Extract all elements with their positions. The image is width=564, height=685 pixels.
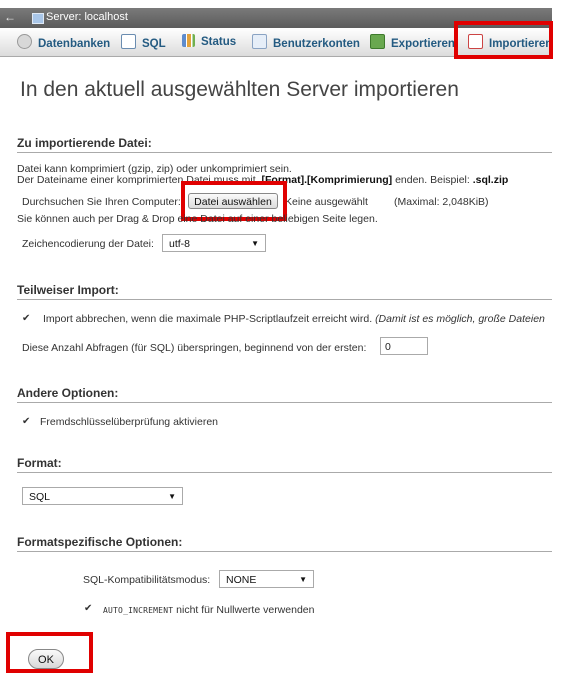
tab-label: Exportieren [391, 38, 455, 50]
back-arrow-icon[interactable]: ← [4, 10, 16, 24]
server-icon [32, 13, 44, 24]
chevron-down-icon: ▼ [299, 575, 307, 584]
format-select[interactable]: SQL ▼ [22, 487, 183, 505]
abort-import-checkbox[interactable]: ✔ [22, 314, 31, 324]
chevron-down-icon: ▼ [251, 239, 259, 248]
tab-status[interactable]: Status [182, 34, 236, 50]
tab-export[interactable]: Exportieren [370, 34, 455, 50]
server-label: Server: [46, 11, 82, 23]
export-icon [370, 34, 385, 49]
auto-increment-text: nicht für Nullwerte verwenden [173, 604, 315, 616]
format-value: SQL [29, 491, 51, 503]
charset-label: Zeichencodierung der Datei: [22, 238, 154, 250]
highlight-box-import-tab [454, 21, 553, 59]
skip-queries-input[interactable]: 0 [380, 337, 428, 355]
abort-import-hint: (Damit ist es möglich, große Dateien [375, 313, 545, 325]
section-heading-format: Format: [17, 456, 552, 473]
section-heading-format-options: Formatspezifische Optionen: [17, 535, 552, 552]
foreign-key-checkbox[interactable]: ✔ [22, 417, 31, 427]
tab-label: Benutzerkonten [273, 38, 360, 50]
section-heading-file: Zu importierende Datei: [17, 136, 552, 153]
tab-databases[interactable]: Datenbanken [17, 34, 110, 50]
tab-label: SQL [142, 38, 166, 50]
tab-label: Datenbanken [38, 38, 111, 50]
highlight-box-ok-button [6, 632, 93, 673]
tab-label: Status [201, 36, 237, 48]
section-heading-partial: Teilweiser Import: [17, 283, 552, 300]
tab-user-accounts[interactable]: Benutzerkonten [252, 34, 360, 50]
chevron-down-icon: ▼ [168, 492, 176, 501]
no-file-selected: Keine ausgewählt [285, 196, 368, 208]
filename-info-text: enden. Beispiel: [392, 174, 473, 186]
section-heading-other: Andere Optionen: [17, 386, 552, 403]
database-icon [17, 34, 32, 49]
server-breadcrumb[interactable]: Server: localhost [46, 11, 128, 23]
auto-increment-label: AUTO_INCREMENT nicht für Nullwerte verwe… [103, 604, 314, 616]
abort-import-text: Import abbrechen, wenn die maximale PHP-… [43, 313, 373, 325]
abort-import-label: Import abbrechen, wenn die maximale PHP-… [43, 313, 545, 325]
server-name: localhost [84, 11, 128, 23]
skip-queries-label: Diese Anzahl Abfragen (für SQL) überspri… [22, 342, 367, 354]
drag-drop-hint: Sie können auch per Drag & Drop eine Dat… [17, 213, 378, 225]
sql-compat-value: NONE [226, 574, 257, 586]
max-size-label: (Maximal: 2,048KiB) [394, 196, 489, 208]
sql-compat-label: SQL-Kompatibilitätsmodus: [83, 574, 211, 586]
charset-value: utf-8 [169, 238, 191, 250]
status-chart-icon [182, 34, 195, 47]
auto-increment-code: AUTO_INCREMENT [103, 606, 174, 615]
tab-sql[interactable]: SQL [121, 34, 166, 50]
browse-label: Durchsuchen Sie Ihren Computer: [22, 196, 181, 208]
sql-compat-select[interactable]: NONE ▼ [219, 570, 314, 588]
filename-example: .sql.zip [472, 174, 509, 186]
foreign-key-label: Fremdschlüsselüberprüfung aktivieren [40, 416, 219, 428]
users-icon [252, 34, 267, 49]
auto-increment-checkbox[interactable]: ✔ [84, 604, 93, 614]
charset-select[interactable]: utf-8 ▼ [162, 234, 266, 252]
page-title: In den aktuell ausgewählten Server impor… [20, 78, 459, 101]
sql-icon [121, 34, 136, 49]
